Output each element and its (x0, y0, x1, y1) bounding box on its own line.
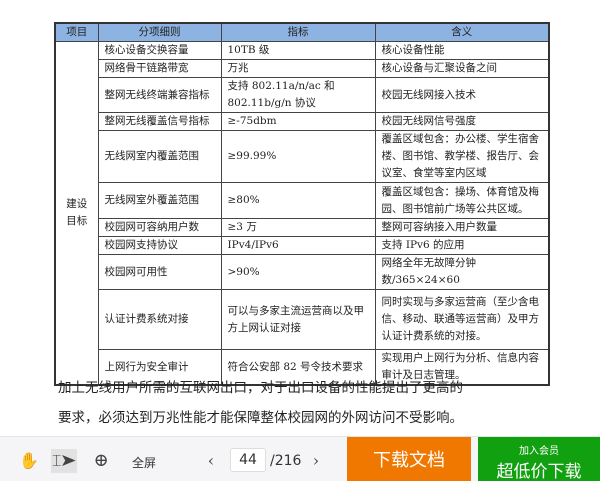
meaning-cell: 同时实现与多家运营商（至少含电信、移动、联通等运营商）及甲方认证计费系统的对接。 (374, 289, 550, 350)
detail-cell: 校园网可容纳用户数 (97, 218, 222, 237)
indicator-cell: IPv4/IPv6 (220, 236, 376, 255)
header-item: 项目 (54, 22, 99, 42)
meaning-cell: 覆盖区域包含：操场、体育馆及梅园、图书馆前广场等公共区域。 (374, 182, 550, 219)
select-tool-icon[interactable]: ⌶➤ (51, 449, 77, 473)
table-row: 整网无线覆盖信号指标 ≥-75dbm 校园无线网信号强度 (55, 112, 550, 131)
hand-tool-icon[interactable]: ✋ (18, 450, 40, 470)
table-row: 校园网可用性 >90% 网络全年无故障分钟数/365×24×60 (55, 254, 550, 290)
paragraph-line: 加上无线用户所需的互联网出口，对于出口设备的性能提出了更高的 (58, 380, 463, 396)
next-page-icon[interactable]: › (308, 450, 324, 470)
zoom-in-icon[interactable]: ⊕ (91, 449, 111, 471)
indicator-cell: 可以与多家主流运营商以及甲方上网认证对接 (220, 289, 376, 350)
indicator-cell: 支持 802.11a/n/ac 和 802.11b/g/n 协议 (220, 77, 376, 113)
page-input[interactable]: 44 (230, 448, 266, 472)
meaning-cell: 校园无线网信号强度 (374, 112, 550, 131)
indicator-cell: ≥99.99% (220, 130, 376, 183)
detail-cell: 核心设备交换容量 (97, 41, 222, 60)
category-cell: 建设目标 (54, 41, 99, 386)
meaning-cell: 网络全年无故障分钟数/365×24×60 (374, 254, 550, 290)
prev-page-icon[interactable]: ‹ (203, 450, 219, 470)
fullscreen-button[interactable]: 全屏 (132, 454, 156, 471)
paragraph-line: 要求，必须达到万兆性能才能保障整体校园网的外网访问不受影响。 (58, 410, 463, 426)
download-button[interactable]: 下载文档 (347, 437, 471, 481)
indicator-cell: ≥80% (220, 182, 376, 219)
meaning-cell: 覆盖区域包含：办公楼、学生宿舍楼、图书馆、教学楼、报告厅、会议室、食堂等室内区域 (374, 130, 550, 183)
table-row: 整网无线终端兼容指标 支持 802.11a/n/ac 和 802.11b/g/n … (55, 77, 550, 113)
header-detail: 分项细则 (97, 22, 222, 42)
vip-download-button[interactable]: 加入会员 超低价下载 (478, 437, 600, 482)
table-row: 校园网可容纳用户数 ≥3 万整网可容纳接入用户数量 (55, 218, 550, 237)
table-row: 建设目标 核心设备交换容量 10TB 级核心设备性能 (54, 41, 550, 386)
meaning-cell: 核心设备与汇聚设备之间 (374, 59, 550, 78)
detail-cell: 校园网可用性 (97, 254, 222, 290)
page-total: /216 (270, 453, 302, 469)
indicator-cell: ≥-75dbm (220, 112, 376, 131)
indicator-cell: 10TB 级 (220, 41, 376, 60)
table-row: 无线网室内覆盖范围 ≥99.99% 覆盖区域包含：办公楼、学生宿舍楼、图书馆、教学楼… (55, 130, 550, 183)
vip-price-label: 超低价下载 (496, 462, 582, 482)
vip-label: 加入会员 (519, 446, 559, 457)
detail-cell: 校园网支持协议 (97, 236, 222, 255)
meaning-cell: 核心设备性能 (374, 41, 550, 60)
detail-cell: 整网无线终端兼容指标 (97, 77, 222, 113)
detail-cell: 整网无线覆盖信号指标 (97, 112, 222, 131)
detail-cell: 无线网室外覆盖范围 (97, 182, 222, 219)
detail-cell: 无线网室内覆盖范围 (97, 130, 222, 183)
table-row: 认证计费系统对接 可以与多家主流运营商以及甲方上网认证对接 同时实现与多家运营商（至… (55, 289, 550, 350)
meaning-cell: 校园无线网接入技术 (374, 77, 550, 113)
header-meaning: 含义 (374, 22, 550, 42)
meaning-cell: 支持 IPv6 的应用 (374, 236, 550, 255)
detail-cell: 认证计费系统对接 (97, 289, 222, 350)
indicator-cell: 万兆 (220, 59, 376, 78)
table-row: 网络骨干链路带宽 万兆 核心设备与汇聚设备之间 (55, 59, 550, 78)
header-indicator: 指标 (220, 22, 376, 42)
indicator-cell: ≥3 万 (220, 218, 376, 237)
meaning-cell: 整网可容纳接入用户数量 (374, 218, 550, 237)
table-row: 无线网室外覆盖范围 ≥80% 覆盖区域包含：操场、体育馆及梅园、图书馆前广场等公共区… (55, 182, 550, 219)
detail-cell: 网络骨干链路带宽 (97, 59, 222, 78)
indicator-cell: >90% (220, 254, 376, 290)
spec-table: 项目 分项细则 指标 含义 建设目标 核心设备交换容量 10TB 级核心设备性能 网络… (54, 22, 550, 386)
table-row: 校园网支持协议 IPv4/IPv6 支持 IPv6 的应用 (55, 236, 550, 255)
